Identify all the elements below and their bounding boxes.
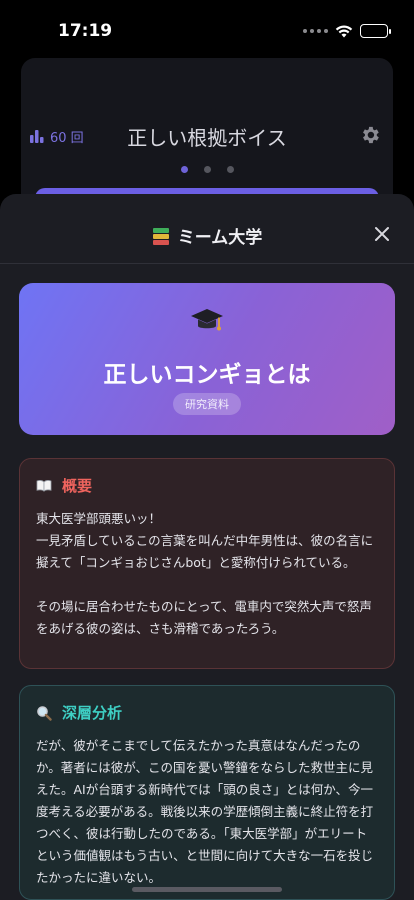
close-icon[interactable]: [372, 224, 392, 244]
hero-title: 正しいコンギョとは: [103, 362, 311, 388]
status-time: 17:19: [58, 21, 113, 41]
deep-analysis-body: だが、彼がそこまでして伝えたかった真意はなんだったのか。著者には彼が、この国を憂…: [36, 738, 374, 885]
overview-section: 概要 東大医学部頭悪いッ！ 一見矛盾しているこの言葉を叫んだ中年男性は、彼の名言…: [19, 458, 395, 669]
gear-icon[interactable]: [359, 124, 381, 146]
status-bar: 17:19: [0, 0, 414, 58]
sheet-title-text: ミーム大学: [177, 228, 263, 248]
overview-header: 概要: [36, 475, 378, 496]
overview-title: 概要: [62, 477, 93, 495]
deep-analysis-section: 深層分析 だが、彼がそこまでして伝えたかった真意はなんだったのか。著者には彼が、…: [19, 685, 395, 900]
sheet-header: ミーム大学: [0, 194, 414, 264]
books-icon: [152, 227, 170, 245]
overview-body: 東大医学部頭悪いッ！ 一見矛盾しているこの言葉を叫んだ中年男性は、彼の名言に擬え…: [36, 511, 374, 636]
voice-title: 正しい根拠ボイス: [127, 126, 287, 150]
page-dot[interactable]: [203, 166, 211, 173]
wifi-icon: [335, 25, 353, 37]
graduation-cap-icon: [191, 309, 223, 331]
page-indicator[interactable]: [21, 166, 393, 173]
meme-university-sheet: ミーム大学 正しいコンギョとは 研究資料 概要 東大医学部頭悪いッ！ 一見矛盾し…: [0, 194, 414, 900]
magnifier-icon: [37, 705, 52, 721]
battery-icon: [360, 24, 391, 38]
hero-banner: 正しいコンギョとは 研究資料: [19, 283, 395, 435]
page-dot[interactable]: [180, 166, 188, 173]
sheet-title: ミーム大学: [0, 223, 414, 248]
status-icons: [303, 24, 391, 38]
deep-analysis-header: 深層分析: [36, 702, 378, 723]
cellular-dots-icon: [303, 29, 328, 33]
open-book-icon: [36, 480, 52, 492]
home-indicator[interactable]: [132, 887, 282, 892]
hero-tag: 研究資料: [173, 393, 241, 415]
deep-analysis-title: 深層分析: [62, 704, 123, 722]
page-dot[interactable]: [226, 166, 234, 173]
